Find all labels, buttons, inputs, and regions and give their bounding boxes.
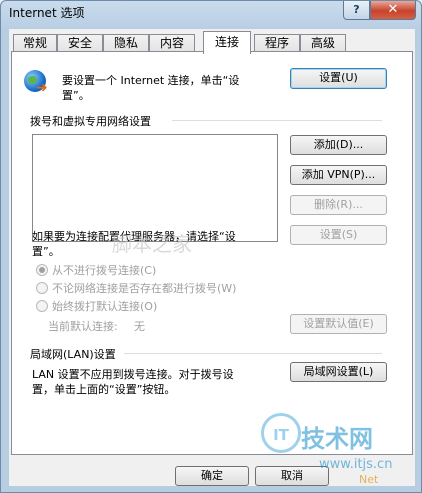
- tab-advanced[interactable]: 高级: [300, 34, 346, 52]
- watermark-url: www.itjs.cn: [319, 457, 393, 472]
- title-bar[interactable]: Internet 选项 ? ✕: [1, 1, 421, 29]
- set-default-button[interactable]: 设置默认值(E): [290, 314, 387, 334]
- proxy-settings-button[interactable]: 设置(S): [290, 225, 387, 245]
- internet-options-window: Internet 选项 ? ✕ 常规 安全 隐私 内容 连接 程序 高级 ➜ 要…: [0, 0, 422, 493]
- lan-heading: 局域网(LAN)设置: [30, 346, 120, 362]
- lan-text-line1: LAN 设置不应用到拨号连接。对于拨号设: [32, 368, 234, 381]
- radio-icon: [36, 264, 48, 276]
- watermark-net: Net: [359, 473, 379, 486]
- add-vpn-button[interactable]: 添加 VPN(P)...: [290, 165, 387, 185]
- dial-when-no-network-option[interactable]: 不论网络连接是否存在都进行拨号(W): [36, 280, 236, 296]
- current-default-label: 当前默认连接:: [48, 320, 118, 333]
- delete-button[interactable]: 删除(R)...: [290, 195, 387, 215]
- dialog-client-area: 常规 安全 隐私 内容 连接 程序 高级 ➜ 要设置一个 Internet 连接…: [9, 29, 415, 486]
- dialup-heading: 拨号和虚拟专用网络设置: [30, 113, 155, 129]
- tab-privacy[interactable]: 隐私: [103, 34, 149, 52]
- window-title: Internet 选项: [9, 6, 85, 20]
- tab-connections[interactable]: 连接: [203, 31, 251, 54]
- cancel-button[interactable]: 取消: [255, 466, 329, 486]
- connection-list[interactable]: [32, 134, 278, 242]
- help-button[interactable]: ?: [343, 1, 370, 20]
- radio-icon: [36, 300, 48, 312]
- tab-programs[interactable]: 程序: [254, 34, 300, 52]
- ok-button[interactable]: 确定: [175, 466, 249, 486]
- watermark-mid: 脚本之家: [112, 232, 192, 256]
- dial-when-no-network-label: 不论网络连接是否存在都进行拨号(W): [52, 282, 237, 295]
- setup-arrow-icon: ➜: [36, 80, 48, 96]
- always-dial-label: 始终拨打默认连接(O): [52, 300, 158, 313]
- add-button[interactable]: 添加(D)...: [290, 135, 387, 155]
- watermark-brand: 技术网: [301, 425, 373, 453]
- close-button[interactable]: ✕: [370, 1, 416, 20]
- dialup-divider: [172, 120, 382, 121]
- lan-text-line2: 置，单击上面的“设置”按钮。: [32, 383, 176, 396]
- radio-icon: [36, 282, 48, 294]
- proxy-text-line2: 置”。: [32, 245, 60, 258]
- tab-content[interactable]: 内容: [149, 34, 195, 52]
- connections-panel: ➜ 要设置一个 Internet 连接，单击“设 置”。 设置(U) 拨号和虚拟…: [11, 51, 413, 455]
- always-dial-option[interactable]: 始终拨打默认连接(O): [36, 298, 157, 314]
- never-dial-option[interactable]: 从不进行拨号连接(C): [36, 262, 156, 278]
- setup-text-line2: 置”。: [62, 89, 90, 102]
- lan-divider: [124, 353, 382, 354]
- current-default-value: 无: [134, 320, 145, 333]
- watermark-logo-icon: IT: [261, 413, 301, 453]
- lan-settings-button[interactable]: 局域网设置(L): [290, 362, 387, 382]
- never-dial-label: 从不进行拨号连接(C): [52, 264, 157, 277]
- tab-general[interactable]: 常规: [13, 34, 57, 52]
- tab-security[interactable]: 安全: [57, 34, 103, 52]
- setup-text-line1: 要设置一个 Internet 连接，单击“设: [62, 74, 240, 87]
- setup-button[interactable]: 设置(U): [290, 68, 387, 89]
